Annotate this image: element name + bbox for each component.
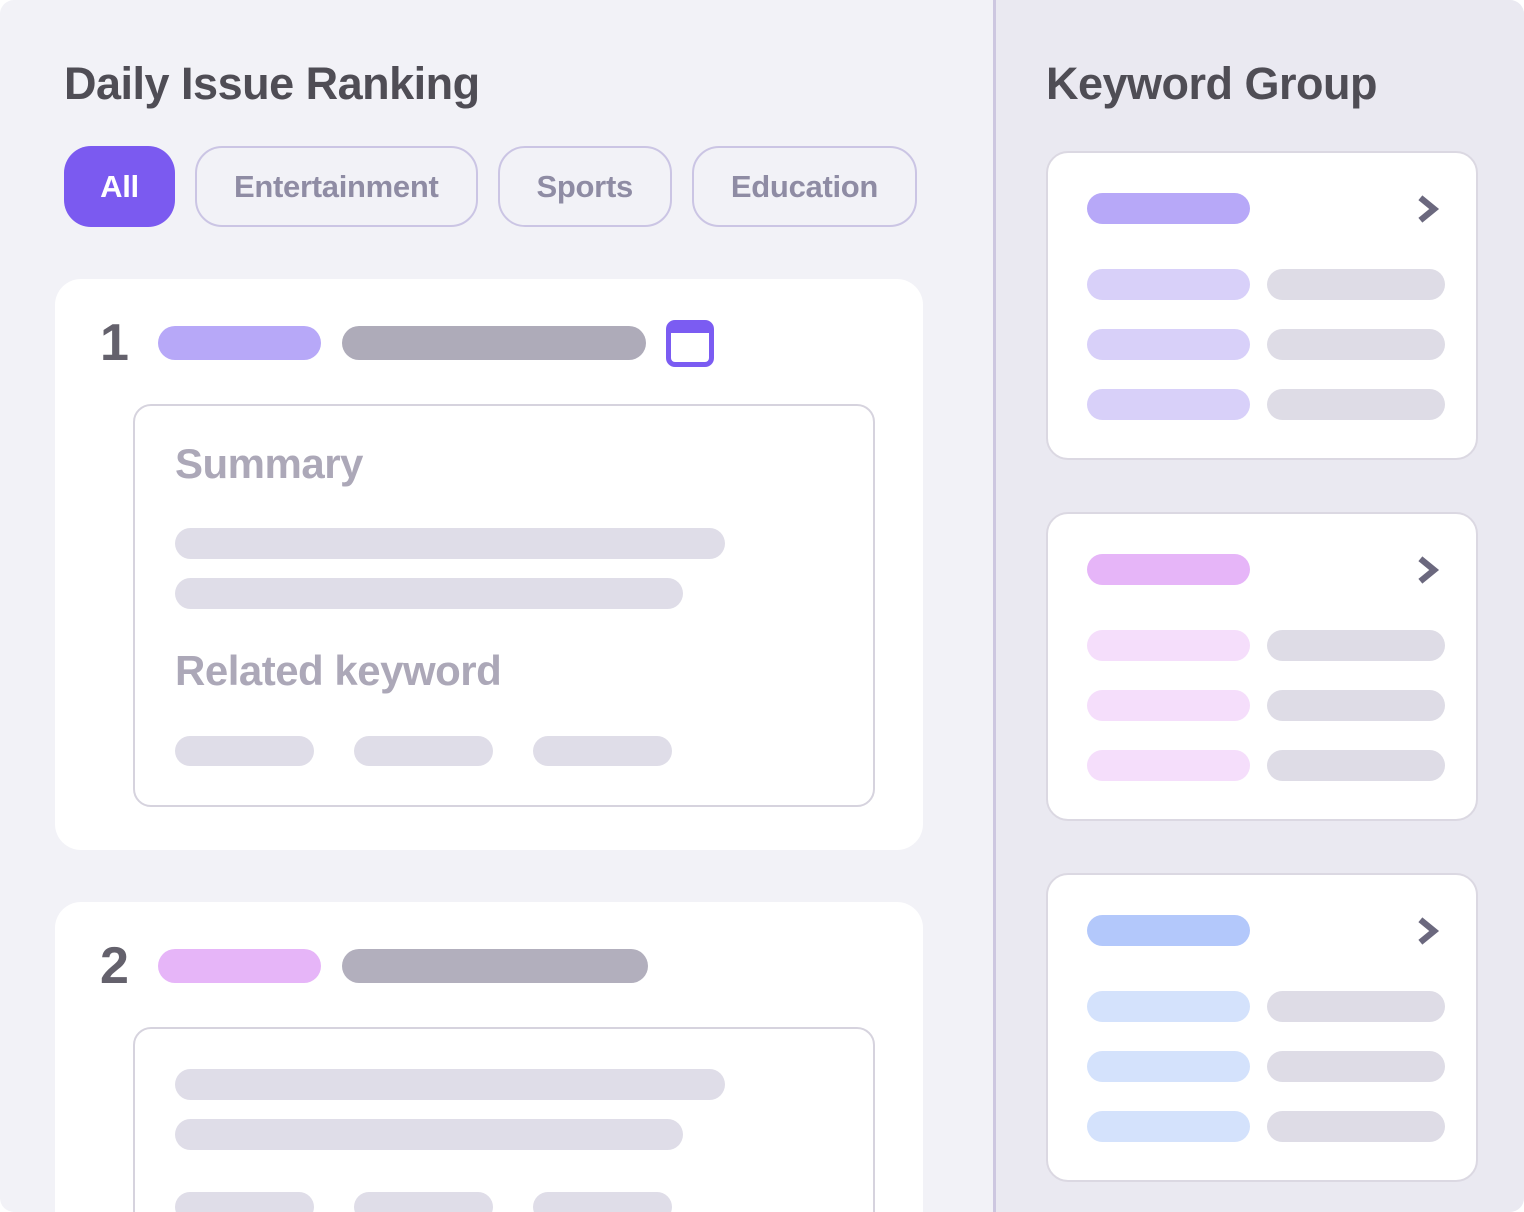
value-pill (1267, 690, 1445, 721)
chevron-right-icon[interactable] (1411, 555, 1441, 585)
keyword-row (1087, 1111, 1441, 1142)
value-pill (1267, 630, 1445, 661)
value-pill (1267, 991, 1445, 1022)
group-header (1087, 193, 1441, 224)
value-pill (1267, 269, 1445, 300)
keyword-group-title: Keyword Group (1046, 58, 1524, 110)
keyword-row (1087, 750, 1441, 781)
chevron-right-icon[interactable] (1411, 916, 1441, 946)
rank-number: 2 (100, 940, 158, 992)
summary-placeholder-line (175, 578, 683, 609)
related-keyword-chips (175, 736, 833, 766)
page-title: Daily Issue Ranking (64, 58, 993, 110)
filter-tab-sports[interactable]: Sports (498, 146, 672, 227)
keyword-pill (1087, 389, 1250, 420)
keyword-group-card-2[interactable] (1046, 512, 1478, 821)
summary-placeholder-line (175, 1069, 725, 1100)
keyword-chip (354, 1192, 493, 1212)
group-title-pill (1087, 193, 1250, 224)
keyword-group-card-1[interactable] (1046, 151, 1478, 460)
issue-title-pill (342, 949, 648, 983)
value-pill (1267, 329, 1445, 360)
keyword-pill (1087, 630, 1250, 661)
keyword-pill (1087, 991, 1250, 1022)
keyword-row (1087, 991, 1441, 1022)
keyword-pill (1087, 690, 1250, 721)
summary-heading: Summary (175, 440, 833, 488)
issue-title-pill (342, 326, 646, 360)
keyword-chip (175, 736, 314, 766)
issue-keyword-pill (158, 326, 321, 360)
ranking-row: 1 (100, 317, 878, 369)
issue-keyword-pill (158, 949, 321, 983)
group-header (1087, 915, 1441, 946)
keyword-pill (1087, 329, 1250, 360)
keyword-row (1087, 690, 1441, 721)
keyword-row (1087, 630, 1441, 661)
keyword-row (1087, 389, 1441, 420)
value-pill (1267, 1111, 1445, 1142)
keyword-chip (175, 1192, 314, 1212)
chevron-right-icon[interactable] (1411, 194, 1441, 224)
daily-issue-dashboard: Daily Issue Ranking All Entertainment Sp… (0, 0, 1524, 1212)
rank-number: 1 (100, 317, 158, 369)
daily-issue-ranking-panel: Daily Issue Ranking All Entertainment Sp… (0, 0, 993, 1212)
group-title-pill (1087, 915, 1250, 946)
keyword-pill (1087, 1111, 1250, 1142)
keyword-row (1087, 269, 1441, 300)
category-filter-tabs: All Entertainment Sports Education (64, 146, 993, 227)
summary-placeholder-line (175, 1119, 683, 1150)
filter-tab-entertainment[interactable]: Entertainment (195, 146, 478, 227)
keyword-chip (533, 1192, 672, 1212)
filter-tab-education[interactable]: Education (692, 146, 917, 227)
summary-placeholder-line (175, 528, 725, 559)
value-pill (1267, 1051, 1445, 1082)
keyword-pill (1087, 1051, 1250, 1082)
keyword-group-card-3[interactable] (1046, 873, 1478, 1182)
filter-tab-all[interactable]: All (64, 146, 175, 227)
keyword-row (1087, 329, 1441, 360)
open-window-icon[interactable] (666, 320, 714, 367)
group-title-pill (1087, 554, 1250, 585)
keyword-group-panel: Keyword Group (993, 0, 1524, 1212)
related-keyword-chips (175, 1192, 833, 1212)
issue-detail-box (133, 1027, 875, 1212)
keyword-pill (1087, 750, 1250, 781)
keyword-row (1087, 1051, 1441, 1082)
keyword-chip (354, 736, 493, 766)
value-pill (1267, 750, 1445, 781)
group-header (1087, 554, 1441, 585)
keyword-chip (533, 736, 672, 766)
keyword-pill (1087, 269, 1250, 300)
ranking-row: 2 (100, 940, 878, 992)
related-keyword-heading: Related keyword (175, 647, 833, 695)
ranking-card-1[interactable]: 1 Summary Related keyword (55, 279, 923, 850)
issue-detail-box: Summary Related keyword (133, 404, 875, 807)
ranking-card-2[interactable]: 2 (55, 902, 923, 1212)
value-pill (1267, 389, 1445, 420)
